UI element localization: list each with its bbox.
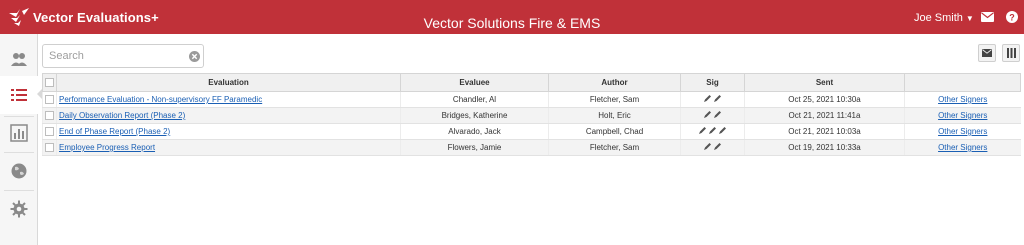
evaluation-cell: Employee Progress Report — [56, 139, 401, 156]
pen-icon — [719, 127, 726, 134]
evaluation-link[interactable]: End of Phase Report (Phase 2) — [59, 127, 170, 136]
sent-cell: Oct 21, 2021 11:41a — [744, 107, 905, 124]
evaluee-cell: Alvarado, Jack — [400, 123, 549, 140]
other-signers-link[interactable]: Other Signers — [938, 143, 987, 152]
row-select-cell — [42, 91, 57, 108]
caret-down-icon: ▼ — [965, 13, 974, 23]
pen-icon — [709, 127, 716, 134]
signers-cell: Other Signers — [904, 107, 1021, 124]
evaluee-cell: Flowers, Jamie — [400, 139, 549, 156]
gear-icon — [10, 200, 28, 218]
search-box — [42, 44, 204, 68]
author-cell: Fletcher, Sam — [548, 91, 681, 108]
sent-cell: Oct 21, 2021 10:03a — [744, 123, 905, 140]
clear-search-icon[interactable] — [189, 51, 200, 62]
row-checkbox[interactable] — [45, 95, 54, 105]
sig-cell — [680, 123, 745, 140]
row-checkbox[interactable] — [45, 127, 54, 137]
other-signers-link[interactable]: Other Signers — [938, 127, 987, 136]
signers-cell: Other Signers — [904, 123, 1021, 140]
evaluation-link[interactable]: Daily Observation Report (Phase 2) — [59, 111, 185, 120]
columns-icon — [1006, 48, 1016, 58]
signature-icons — [698, 126, 727, 135]
sidebar-item-globe[interactable] — [0, 152, 38, 190]
app-title: Vector Solutions Fire & EMS — [423, 15, 601, 31]
sidebar-item-settings[interactable] — [0, 190, 38, 228]
pen-icon — [714, 95, 721, 102]
help-icon[interactable]: ? — [1006, 11, 1018, 23]
top-bar: Vector Evaluations+ Vector Solutions Fir… — [0, 0, 1024, 34]
row-checkbox[interactable] — [45, 111, 54, 121]
globe-icon — [11, 163, 27, 179]
evaluation-link[interactable]: Employee Progress Report — [59, 143, 155, 152]
pen-icon — [714, 143, 721, 150]
col-actions — [904, 73, 1021, 92]
col-sig[interactable]: Sig — [680, 73, 745, 92]
table-row[interactable]: Employee Progress Report Flowers, Jamie … — [42, 139, 1021, 156]
pen-icon — [699, 127, 706, 134]
sidebar-item-evaluations[interactable] — [0, 76, 38, 114]
user-name: Joe Smith — [914, 12, 963, 24]
author-cell: Fletcher, Sam — [548, 139, 681, 156]
pen-icon — [704, 95, 711, 102]
sent-cell: Oct 19, 2021 10:33a — [744, 139, 905, 156]
evaluation-link[interactable]: Performance Evaluation - Non-supervisory… — [59, 95, 262, 104]
signers-cell: Other Signers — [904, 91, 1021, 108]
col-evaluation[interactable]: Evaluation — [56, 73, 401, 92]
table-body: Performance Evaluation - Non-supervisory… — [42, 91, 1021, 156]
col-sent[interactable]: Sent — [744, 73, 905, 92]
sig-cell — [680, 139, 745, 156]
email-button[interactable] — [978, 44, 996, 62]
search-input[interactable] — [49, 47, 179, 65]
evaluation-cell: Performance Evaluation - Non-supervisory… — [56, 91, 401, 108]
bar-chart-icon — [10, 124, 28, 142]
evaluee-cell: Chandler, Al — [400, 91, 549, 108]
list-icon — [11, 89, 27, 101]
sidebar-item-users[interactable] — [0, 40, 38, 78]
sidebar — [0, 34, 38, 245]
evaluations-table: Evaluation Evaluee Author Sig Sent Perfo… — [42, 73, 1021, 156]
select-all-checkbox[interactable] — [45, 78, 54, 88]
mail-icon — [982, 49, 992, 57]
users-icon — [11, 53, 27, 66]
pen-icon — [704, 111, 711, 118]
pen-icon — [714, 111, 721, 118]
row-select-cell — [42, 139, 57, 156]
svg-text:?: ? — [1009, 13, 1015, 23]
evaluation-cell: End of Phase Report (Phase 2) — [56, 123, 401, 140]
col-author[interactable]: Author — [548, 73, 681, 92]
pen-icon — [704, 143, 711, 150]
sig-cell — [680, 91, 745, 108]
row-select-cell — [42, 123, 57, 140]
signers-cell: Other Signers — [904, 139, 1021, 156]
sidebar-item-reports[interactable] — [0, 114, 38, 152]
columns-button[interactable] — [1002, 44, 1020, 62]
signature-icons — [703, 142, 722, 151]
row-select-cell — [42, 107, 57, 124]
table-row[interactable]: End of Phase Report (Phase 2) Alvarado, … — [42, 123, 1021, 140]
other-signers-link[interactable]: Other Signers — [938, 95, 987, 104]
select-all-cell — [42, 73, 57, 92]
signature-icons — [703, 110, 722, 119]
row-checkbox[interactable] — [45, 143, 54, 153]
sig-cell — [680, 107, 745, 124]
user-menu[interactable]: Joe Smith ▼ — [914, 12, 974, 24]
table-row[interactable]: Performance Evaluation - Non-supervisory… — [42, 91, 1021, 108]
author-cell: Holt, Eric — [548, 107, 681, 124]
table-header-row: Evaluation Evaluee Author Sig Sent — [42, 73, 1021, 92]
table-row[interactable]: Daily Observation Report (Phase 2) Bridg… — [42, 107, 1021, 124]
author-cell: Campbell, Chad — [548, 123, 681, 140]
col-evaluee[interactable]: Evaluee — [400, 73, 549, 92]
signature-icons — [703, 94, 722, 103]
other-signers-link[interactable]: Other Signers — [938, 111, 987, 120]
evaluee-cell: Bridges, Katherine — [400, 107, 549, 124]
evaluation-cell: Daily Observation Report (Phase 2) — [56, 107, 401, 124]
sent-cell: Oct 25, 2021 10:30a — [744, 91, 905, 108]
mail-icon[interactable] — [981, 12, 994, 22]
